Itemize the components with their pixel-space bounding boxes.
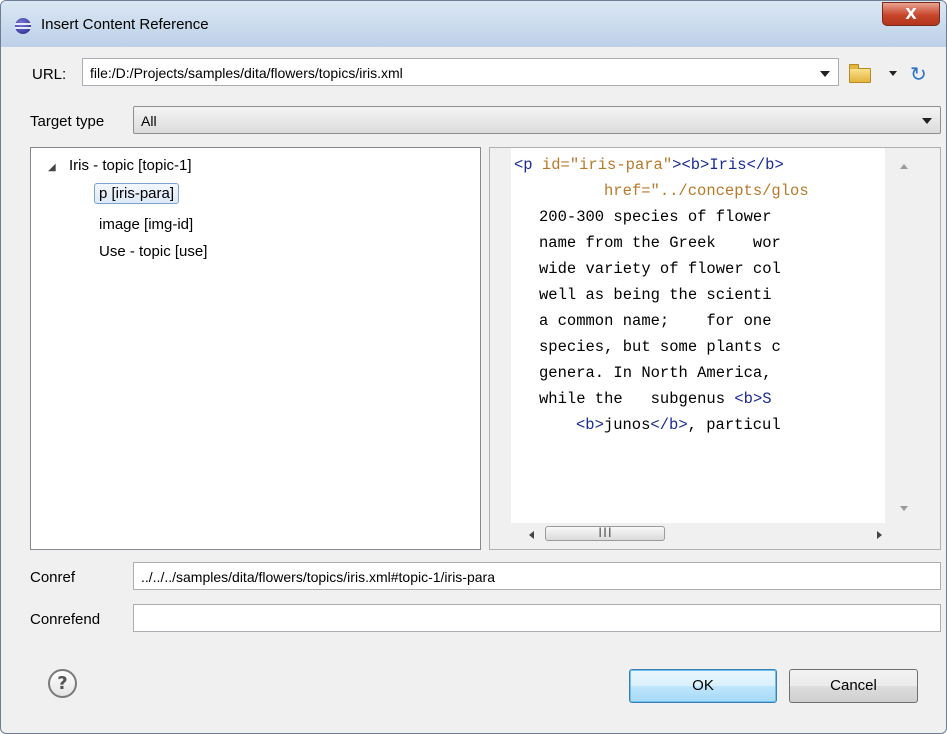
conrefend-label: Conrefend	[30, 611, 101, 628]
target-type-label: Target type	[30, 113, 105, 130]
tree-item-iris-para[interactable]: p [iris-para]	[94, 183, 180, 204]
conrefend-field[interactable]	[133, 604, 941, 632]
target-type-select[interactable]: All	[133, 106, 941, 134]
code-line-11: <b>junos</b>, particul	[576, 416, 781, 434]
scroll-down-arrow-icon[interactable]	[900, 506, 908, 511]
tree-item-use[interactable]: Use - topic [use]	[99, 243, 207, 260]
target-type-value: All	[141, 113, 157, 129]
code-line-9: genera. In North America,	[539, 364, 781, 382]
browse-menu-chevron-icon[interactable]	[889, 71, 897, 76]
eclipse-app-icon	[15, 18, 31, 34]
source-preview-text: <p id="iris-para"><b>Iris</b> href="../c…	[511, 148, 885, 523]
tree-item-root[interactable]: Iris - topic [topic-1]	[69, 157, 192, 174]
code-line-7: a common name; for one	[539, 312, 781, 330]
chevron-down-icon[interactable]	[820, 71, 830, 77]
code-line-3: 200-300 species of flower	[539, 208, 772, 226]
collapse-triangle-icon[interactable]: ◢	[48, 162, 56, 173]
folder-open-icon[interactable]	[849, 64, 871, 83]
conref-value: ../../../samples/dita/flowers/topics/iri…	[141, 569, 495, 585]
code-line-1: <p id="iris-para"><b>Iris</b>	[514, 156, 794, 174]
url-value: file:/D:/Projects/samples/dita/flowers/t…	[90, 65, 403, 81]
conref-field[interactable]: ../../../samples/dita/flowers/topics/iri…	[133, 562, 941, 590]
chevron-down-icon[interactable]	[922, 118, 932, 124]
title-bar: Insert Content Reference X	[1, 1, 946, 47]
conref-label: Conref	[30, 569, 76, 586]
code-line-6: well as being the scienti	[539, 286, 772, 304]
topic-tree: ◢ Iris - topic [topic-1] p [iris-para] i…	[30, 147, 481, 550]
help-icon[interactable]: ?	[48, 669, 77, 698]
code-line-8: species, but some plants c	[539, 338, 781, 356]
close-button[interactable]: X	[882, 2, 940, 26]
source-preview-panel: <p id="iris-para"><b>Iris</b> href="../c…	[489, 147, 941, 550]
url-field[interactable]: file:/D:/Projects/samples/dita/flowers/t…	[82, 58, 839, 86]
tree-item-img-id[interactable]: image [img-id]	[99, 216, 193, 233]
horizontal-scrollbar[interactable]: ┃┃┃	[511, 523, 885, 547]
code-line-4: name from the Greek wor	[539, 234, 781, 252]
ok-button[interactable]: OK	[629, 669, 777, 703]
dialog-title: Insert Content Reference	[41, 16, 209, 33]
scroll-left-arrow-icon[interactable]	[529, 531, 534, 539]
code-line-2: href="../concepts/glos	[604, 182, 809, 200]
scroll-up-arrow-icon[interactable]	[900, 164, 908, 169]
code-line-10: while the subgenus <b>S	[539, 390, 772, 408]
scroll-right-arrow-icon[interactable]	[877, 531, 882, 539]
horizontal-scroll-thumb[interactable]: ┃┃┃	[545, 526, 665, 541]
url-label: URL:	[32, 66, 67, 83]
cancel-button[interactable]: Cancel	[789, 669, 918, 703]
refresh-icon[interactable]: ↻	[910, 63, 927, 85]
vertical-scrollbar[interactable]	[885, 148, 922, 523]
code-line-5: wide variety of flower col	[539, 260, 781, 278]
